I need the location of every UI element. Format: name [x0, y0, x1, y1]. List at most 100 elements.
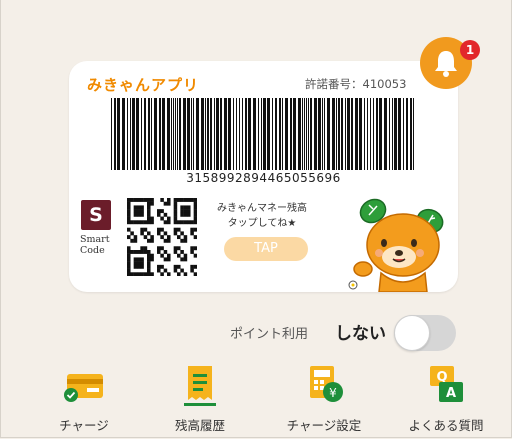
- barcode-bar: [239, 98, 240, 170]
- barcode-bar: [275, 98, 277, 170]
- qr-module: [190, 198, 194, 202]
- qr-module: [193, 205, 197, 210]
- qr-module: [133, 212, 138, 217]
- qr-module: [167, 201, 171, 206]
- barcode-bar: [220, 98, 222, 170]
- barcode-bar: [367, 98, 368, 170]
- barcode-bar: [233, 98, 234, 170]
- barcode-bar: [261, 98, 262, 170]
- nav-charge-settings[interactable]: ¥ チャージ設定: [269, 364, 379, 439]
- nav-balance-history[interactable]: 残高履歴: [145, 364, 255, 439]
- barcode-bar: [162, 98, 165, 170]
- qr-module: [140, 227, 144, 232]
- barcode-bar: [154, 98, 157, 170]
- qr-module: [160, 216, 164, 221]
- qr-module: [127, 264, 131, 269]
- qr-module: [150, 253, 154, 258]
- barcode-bar: [336, 98, 337, 170]
- smart-code-logo: S: [81, 200, 111, 230]
- qr-module: [160, 209, 164, 214]
- qr-module: [127, 257, 131, 262]
- qr-module: [167, 220, 171, 225]
- barcode-bar: [214, 98, 215, 170]
- qr-module: [193, 272, 197, 276]
- barcode-bar: [351, 98, 353, 170]
- qr-module: [167, 198, 171, 202]
- barcode-bar: [306, 98, 307, 170]
- barcode-bar: [171, 98, 172, 170]
- qr-module: [143, 250, 148, 254]
- qr-module: [127, 272, 131, 276]
- point-usage-toggle[interactable]: [394, 315, 456, 351]
- qr-module: [133, 220, 138, 225]
- qr-module: [147, 231, 151, 236]
- qr-module: [140, 231, 144, 236]
- qr-module: [147, 209, 151, 214]
- qr-module: [193, 246, 197, 251]
- qr-module: [193, 209, 197, 214]
- qr-module: [160, 272, 164, 276]
- toggle-knob: [394, 315, 430, 351]
- barcode-bar: [332, 98, 335, 170]
- brand-title: みきゃんアプリ: [87, 76, 200, 94]
- qr-module: [130, 250, 134, 254]
- barcode-bar: [341, 98, 343, 170]
- qr-module: [167, 216, 171, 221]
- qr-module: [193, 264, 197, 269]
- qr-module: [163, 231, 168, 236]
- qr-module: [193, 253, 197, 258]
- qr-module: [190, 220, 194, 225]
- barcode-bar: [279, 98, 281, 170]
- qr-module: [193, 201, 197, 206]
- qr-module: [163, 238, 168, 243]
- qr-module: [140, 250, 144, 254]
- mikyan-mascot-icon: [347, 191, 459, 293]
- qr-module: [163, 201, 168, 206]
- qr-module: [137, 209, 141, 214]
- qr-module: [163, 257, 168, 262]
- member-card[interactable]: みきゃんアプリ 許諾番号：410053 3158992894465055696 …: [69, 61, 459, 293]
- nav-charge[interactable]: チャージ: [29, 364, 139, 439]
- qr-module: [140, 205, 144, 210]
- barcode-bar: [310, 98, 312, 170]
- qr-module: [173, 250, 178, 254]
- qr-module: [183, 205, 188, 210]
- nav-faq[interactable]: Q A よくある質問: [391, 364, 501, 439]
- tap-button[interactable]: TAP: [224, 237, 308, 261]
- qr-module: [163, 220, 168, 225]
- barcode-bar: [196, 98, 199, 170]
- barcode-bar: [373, 98, 374, 170]
- qr-module: [140, 209, 144, 214]
- qr-module: [147, 261, 151, 266]
- barcode-bar: [173, 98, 174, 170]
- barcode-bar: [322, 98, 323, 170]
- qr-module: [143, 198, 148, 202]
- qr-module: [127, 227, 131, 232]
- qr-module: [180, 205, 184, 210]
- qr-module: [167, 272, 171, 276]
- qr-module: [173, 231, 178, 236]
- qr-module: [140, 257, 144, 262]
- barcode-bar: [376, 98, 378, 170]
- qr-module: [157, 227, 161, 232]
- qr-module: [150, 198, 154, 202]
- qr-module: [150, 257, 154, 262]
- qr-module: [147, 205, 151, 210]
- qr-module: [133, 257, 138, 262]
- qr-module: [150, 235, 154, 240]
- qr-module: [157, 246, 161, 251]
- qr-module: [190, 231, 194, 236]
- qr-module: [130, 238, 134, 243]
- barcode-bar: [308, 98, 309, 170]
- qr-module: [173, 198, 178, 202]
- barcode-bar: [413, 98, 414, 170]
- qr-module: [177, 227, 181, 232]
- qr-module: [140, 272, 144, 276]
- qr-module: [173, 227, 178, 232]
- qr-module: [180, 220, 184, 225]
- qr-module: [130, 231, 134, 236]
- qr-module: [157, 212, 161, 217]
- qr-module: [190, 264, 194, 269]
- qr-module: [127, 261, 131, 266]
- barcode-bar: [245, 98, 247, 170]
